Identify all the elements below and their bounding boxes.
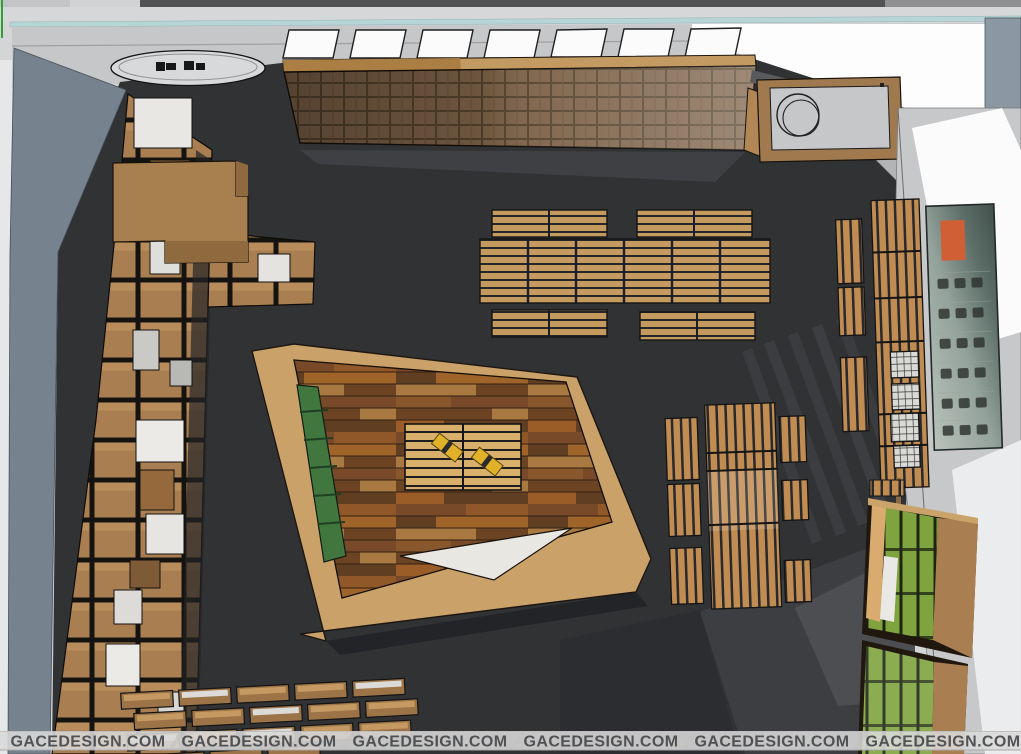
shelf-upper-wood-side <box>933 518 978 658</box>
display-wall-sheen <box>284 66 756 150</box>
watermark-text: GACEDESIGN.COM <box>11 734 166 751</box>
table-light-shaft <box>707 469 779 531</box>
slat-bench <box>670 547 704 604</box>
slat-bench <box>781 480 808 521</box>
watermark-text: GACEDESIGN.COM <box>182 734 337 751</box>
slat-display-wall <box>283 55 770 158</box>
watermark-text: GACEDESIGN.COM <box>353 734 508 751</box>
window-panel <box>484 30 540 58</box>
render-stage: GACEDESIGN.COM GACEDESIGN.COM GACEDESIGN… <box>0 0 1021 754</box>
window-panel <box>350 30 406 58</box>
top-strip-seg <box>0 0 70 7</box>
slat-bench <box>667 483 701 536</box>
watermark-band: GACEDESIGN.COM GACEDESIGN.COM GACEDESIGN… <box>0 732 1021 751</box>
platform-display-table <box>405 424 521 490</box>
window-panel <box>283 30 339 58</box>
green-shelving-unit <box>858 478 978 754</box>
interior-render: GACEDESIGN.COM GACEDESIGN.COM GACEDESIGN… <box>0 0 1021 754</box>
counter-side-face <box>236 161 248 196</box>
window-panel <box>551 29 607 57</box>
slat-bench <box>665 417 699 480</box>
desk-top <box>770 86 890 150</box>
window-panel <box>685 28 741 57</box>
entry-oval-table <box>111 51 265 86</box>
top-strip-seg <box>885 0 1021 7</box>
basket-display-panels <box>888 351 922 468</box>
wall-art-panel <box>926 204 1002 450</box>
service-desk-with-stool <box>757 77 903 162</box>
watermark-text: GACEDESIGN.COM <box>524 734 679 751</box>
watermark-text: GACEDESIGN.COM <box>866 734 1021 751</box>
watermark-text: GACEDESIGN.COM <box>695 734 850 751</box>
slat-bench <box>836 219 864 284</box>
slat-bench <box>779 416 807 463</box>
slat-bench <box>838 287 866 336</box>
shelving-white-box <box>258 254 290 282</box>
slat-bench <box>840 357 869 432</box>
top-strip-seg <box>70 0 140 7</box>
corner-wall-panel <box>985 18 1021 118</box>
shelf-top-slats <box>870 480 904 496</box>
top-strip-seg <box>140 0 885 7</box>
slat-bench <box>784 560 811 603</box>
art-panel-orange-seal <box>940 220 965 261</box>
window-panel <box>417 30 473 58</box>
counter-front-face <box>165 241 248 263</box>
reading-table-group-vertical <box>665 402 812 611</box>
desk-dot <box>880 83 884 87</box>
window-panel <box>618 29 674 57</box>
